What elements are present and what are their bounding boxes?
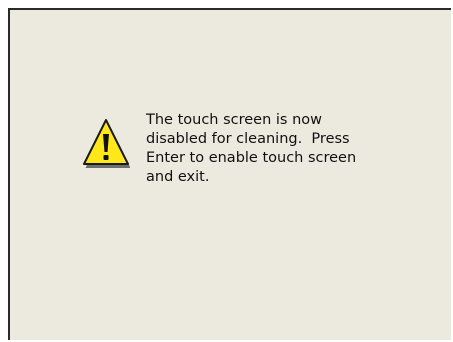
cleaning-mode-screen[interactable]: The touch screen is now disabled for cle…	[8, 8, 451, 340]
message-line: disabled for cleaning. Press	[146, 131, 350, 147]
message-line: and exit.	[146, 169, 210, 185]
warning-icon	[83, 119, 130, 168]
cleaning-message: The touch screen is now disabled for cle…	[146, 111, 426, 187]
message-line: Enter to enable touch screen	[146, 150, 357, 166]
message-line: The touch screen is now	[146, 112, 323, 128]
